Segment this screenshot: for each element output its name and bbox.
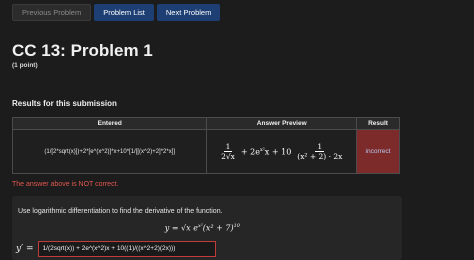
problem-navigation: Previous Problem Problem List Next Probl… [12, 4, 221, 21]
next-problem-button[interactable]: Next Problem [156, 4, 221, 21]
equation-lhs: y = √x e [164, 223, 198, 233]
answer-input[interactable]: 1/(2sqrt(x)) + 2e^(x^2)x + 10((1)/((x^2+… [37, 241, 216, 257]
preview-fraction-1-denominator: 2√x [221, 152, 235, 161]
problem-prompt: Use logarithmic differentiation to find … [18, 208, 223, 215]
equation-middle: (x² + 7) [202, 223, 234, 233]
equation-exponent-2: 10 [233, 223, 240, 229]
table-row: (1/[2*sqrt(x)])+2*[e^(x^2)]*x+10*[1/[[(x… [11, 129, 400, 174]
answer-preview-math: 1 2√x + 2ex²x + 10 1 (x² + 2) · 2x [207, 142, 356, 161]
answer-row: y′ = 1/(2sqrt(x)) + 2e^(x^2)x + 10((1)/(… [16, 241, 216, 257]
page-title: CC 13: Problem 1 [12, 41, 153, 60]
preview-middle-term: + 2ex²x + 10 [241, 147, 291, 157]
preview-fraction-2-numerator: 1 [315, 142, 325, 152]
result-cell: incorrect [356, 129, 400, 174]
entered-header: Entered [11, 117, 208, 130]
answer-preview-cell: 1 2√x + 2ex²x + 10 1 (x² + 2) · 2x [206, 129, 358, 174]
preview-fraction-1-numerator: 1 [223, 142, 233, 152]
results-header-row: Entered Answer Preview Result [11, 117, 400, 130]
results-table: Entered Answer Preview Result (1/[2*sqrt… [11, 117, 400, 174]
preview-fraction-2-denominator: (x² + 2) · 2x [297, 152, 343, 161]
answer-label: y′ = [16, 244, 34, 254]
preview-fraction-1: 1 2√x [219, 142, 237, 161]
preview-fraction-2: 1 (x² + 2) · 2x [295, 142, 344, 161]
problem-points: (1 point) [12, 62, 38, 69]
preview-middle-tail: x + 10 [264, 147, 292, 157]
feedback-message: The answer above is NOT correct. [12, 181, 119, 188]
problem-equation: y = √x ex²(x² + 7)10 [165, 223, 240, 233]
results-heading: Results for this submission [12, 99, 117, 108]
problem-statement-panel: Use logarithmic differentiation to find … [12, 196, 402, 260]
preview-middle-base: + 2e [240, 147, 260, 157]
result-header: Result [356, 117, 400, 130]
answer-preview-header: Answer Preview [206, 117, 358, 130]
previous-problem-button: Previous Problem [12, 4, 92, 21]
problem-list-button[interactable]: Problem List [94, 4, 154, 21]
entered-answer-cell: (1/[2*sqrt(x)])+2*[e^(x^2)]*x+10*[1/[[(x… [11, 129, 208, 174]
